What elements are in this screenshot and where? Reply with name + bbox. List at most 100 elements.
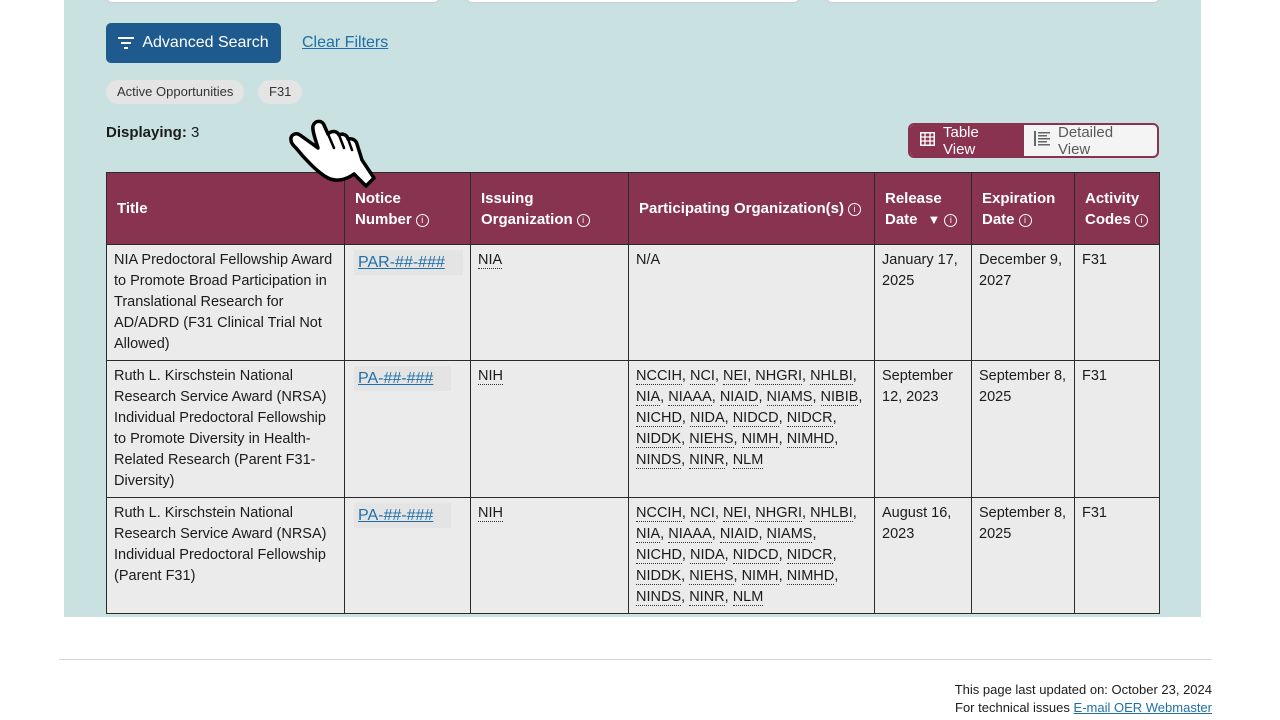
filter-lines-icon — [118, 37, 135, 49]
release-date: August 16, 2023 — [882, 505, 952, 542]
release-date-cell: August 16, 2023 — [874, 497, 972, 614]
participating-organization: NIAID — [719, 526, 759, 543]
participating-organization: NIAAA — [668, 389, 712, 406]
header-release-date[interactable]: Release Date ▼ i — [874, 172, 972, 245]
participating-organizations-cell: NCCIH, NCI, NEI, NHGRI, NHLBI, NIA, NIAA… — [628, 497, 875, 614]
row-title: Ruth L. Kirschstein National Research Se… — [114, 368, 327, 489]
participating-organization: NEI — [723, 505, 748, 522]
participating-organization: NIMHD — [786, 568, 835, 585]
notice-number-link[interactable]: PAR-##-### — [354, 250, 463, 275]
participating-organizations-cell: NCCIH, NCI, NEI, NHGRI, NHLBI, NIA, NIAA… — [628, 360, 875, 498]
list-detail-icon — [1034, 131, 1050, 150]
participating-organization: NINDS — [636, 452, 682, 469]
activity-code: F31 — [1082, 368, 1107, 384]
participating-organization: NIDA — [689, 547, 725, 564]
filter-field-3[interactable] — [826, 0, 1160, 3]
filter-chip-active-opportunities[interactable]: Active Opportunities — [106, 80, 245, 104]
header-activity-codes-label: Activity Codes — [1085, 189, 1140, 228]
hand-pointer-icon — [288, 118, 380, 192]
results-table: Title Notice Number i Issuing Organizatio… — [106, 172, 1160, 614]
participating-organization: NIA — [636, 389, 661, 406]
advanced-search-button[interactable]: Advanced Search — [106, 23, 281, 63]
row-title-cell: Ruth L. Kirschstein National Research Se… — [106, 497, 345, 614]
info-icon[interactable]: i — [415, 213, 429, 227]
info-icon[interactable]: i — [848, 203, 862, 216]
header-expiration-date[interactable]: Expiration Date i — [971, 172, 1075, 245]
participating-organization: NHGRI — [755, 505, 802, 522]
participating-organization: NICHD — [636, 410, 682, 427]
participating-organization: NCCIH — [636, 505, 682, 522]
participating-organization: NIAMS — [766, 526, 813, 543]
participating-organization: NIA — [636, 526, 661, 543]
webmaster-email-link[interactable]: E-mail OER Webmaster — [1074, 700, 1212, 715]
participating-organization: NINR — [689, 589, 725, 606]
clear-filters-link[interactable]: Clear Filters — [302, 34, 388, 52]
filter-field-1[interactable] — [106, 0, 440, 3]
info-icon[interactable]: i — [1134, 213, 1148, 227]
table-header-row: Title Notice Number i Issuing Organizatio… — [106, 172, 1160, 245]
row-title-cell: NIA Predoctoral Fellowship Award to Prom… — [106, 244, 345, 361]
view-toggle: Table View Detailed View — [908, 123, 1159, 158]
issuing-organization-cell: NIH — [470, 497, 629, 614]
issuing-organization: NIH — [478, 368, 503, 385]
info-icon[interactable]: i — [576, 213, 590, 227]
notice-number-link-cell: PAR-##-### — [344, 244, 471, 361]
participating-organization: NIMH — [741, 568, 779, 585]
expiration-date-cell: September 8, 2025 — [971, 497, 1075, 614]
participating-organization: NCI — [689, 368, 715, 385]
header-issuing-organization-label: Issuing Organization — [481, 189, 573, 228]
detailed-view-button[interactable]: Detailed View — [1024, 125, 1157, 156]
participating-organization: NIDCR — [786, 410, 833, 427]
participating-organization: NHGRI — [755, 368, 802, 385]
footer-divider — [59, 659, 1212, 660]
row-title: NIA Predoctoral Fellowship Award to Prom… — [114, 252, 333, 352]
participating-organization: NIMHD — [786, 431, 835, 448]
advanced-search-label: Advanced Search — [142, 34, 269, 51]
release-date: September 12, 2023 — [882, 368, 953, 405]
participating-organization: NIMH — [741, 431, 779, 448]
grid-table-icon — [920, 131, 935, 150]
sort-descending-icon[interactable]: ▼ — [928, 212, 941, 227]
header-participating-organizations[interactable]: Participating Organization(s) i — [628, 172, 875, 245]
table-view-button[interactable]: Table View — [910, 125, 1024, 156]
participating-organization: NIEHS — [689, 568, 734, 585]
info-icon[interactable]: i — [1018, 213, 1032, 227]
participating-organization: NIDDK — [636, 568, 682, 585]
filter-chip-f31[interactable]: F31 — [258, 80, 303, 104]
expiration-date: September 8, 2025 — [979, 505, 1067, 542]
participating-organization: NIBIB — [820, 389, 859, 406]
info-icon[interactable]: i — [944, 213, 958, 227]
row-title-cell: Ruth L. Kirschstein National Research Se… — [106, 360, 345, 498]
participating-organization: NIAAA — [668, 526, 712, 543]
activity-code-cell: F31 — [1074, 244, 1160, 361]
participating-organizations-cell: N/A — [628, 244, 875, 361]
header-notice-number-label: Notice Number — [355, 189, 412, 228]
activity-code-cell: F31 — [1074, 497, 1160, 614]
expiration-date: September 8, 2025 — [979, 368, 1067, 405]
activity-code: F31 — [1082, 252, 1107, 268]
header-participating-organizations-label: Participating Organization(s) — [639, 200, 845, 217]
displaying-label: Displaying: — [106, 124, 187, 141]
filter-field-2[interactable] — [466, 0, 800, 3]
header-issuing-organization[interactable]: Issuing Organization i — [470, 172, 629, 245]
technical-issues-text: For technical issues E-mail OER Webmaste… — [955, 700, 1212, 715]
participating-organization: NCCIH — [636, 368, 682, 385]
participating-organization: NIAID — [719, 389, 759, 406]
issuing-organization-cell: NIH — [470, 360, 629, 498]
notice-number-link[interactable]: PA-##-### — [354, 503, 452, 528]
detailed-view-label: Detailed View — [1058, 123, 1114, 158]
notice-number-link[interactable]: PA-##-### — [354, 366, 452, 391]
participating-organization: NINDS — [636, 589, 682, 606]
participating-organization: NICHD — [636, 547, 682, 564]
header-activity-codes[interactable]: Activity Codes i — [1074, 172, 1160, 245]
participating-organization: NINR — [689, 452, 725, 469]
participating-organization: NIDCD — [732, 410, 779, 427]
table-row: Ruth L. Kirschstein National Research Se… — [106, 360, 1160, 498]
participating-organization: NIAMS — [766, 389, 813, 406]
participating-organization: NHLBI — [810, 505, 853, 522]
release-date-cell: January 17, 2025 — [874, 244, 972, 361]
notice-number-link-cell: PA-##-### — [344, 360, 471, 498]
participating-organization: N/A — [636, 252, 661, 268]
participating-organization: NIDCD — [732, 547, 779, 564]
release-date: January 17, 2025 — [882, 252, 958, 289]
